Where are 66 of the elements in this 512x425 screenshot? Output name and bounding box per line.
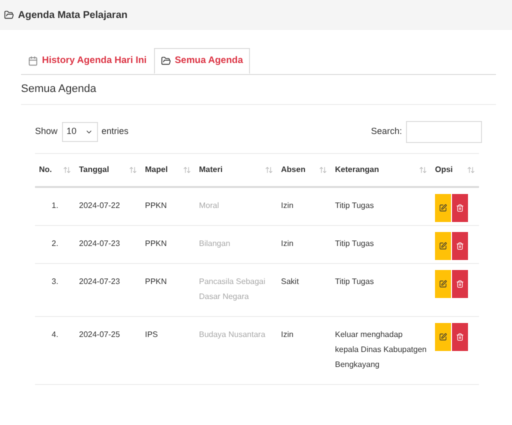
sort-icon xyxy=(183,166,191,174)
table-cell: 1. xyxy=(35,187,75,226)
edit-icon xyxy=(439,242,447,250)
folder-icon xyxy=(4,10,14,20)
sort-icon xyxy=(419,166,427,174)
column-header[interactable]: Tanggal xyxy=(75,153,141,187)
sort-icon xyxy=(467,166,475,174)
table-cell: Titip Tugas xyxy=(331,226,431,264)
column-header[interactable]: Keterangan xyxy=(331,153,431,187)
table-cell: 2024-07-22 xyxy=(75,187,141,226)
table-cell: Keluar menghadap kepala Dinas Kabupatgen Bengkayang xyxy=(331,316,431,384)
edit-icon xyxy=(439,280,447,288)
sort-icon xyxy=(129,166,137,174)
sort-icon xyxy=(63,166,71,174)
table-cell: Titip Tugas xyxy=(331,264,431,316)
table-cell: Budaya Nusantara xyxy=(195,316,277,384)
entries-label: entries xyxy=(102,124,129,138)
edit-button[interactable] xyxy=(435,270,451,298)
edit-icon xyxy=(439,204,447,212)
edit-button[interactable] xyxy=(435,232,451,260)
trash-icon xyxy=(456,333,464,341)
entries-dropdown[interactable]: 10 xyxy=(62,122,98,142)
edit-icon xyxy=(439,333,447,341)
table-cell: 4. xyxy=(35,316,75,384)
tab[interactable]: History Agenda Hari Ini xyxy=(21,48,154,74)
table-cell: Pancasila Sebagai Dasar Negara xyxy=(195,264,277,316)
table-cell: Bilangan xyxy=(195,226,277,264)
trash-icon xyxy=(456,242,464,250)
calendar-icon xyxy=(28,56,38,66)
delete-button[interactable] xyxy=(452,323,468,351)
column-header[interactable]: Absen xyxy=(277,153,331,187)
trash-icon xyxy=(456,280,464,288)
table-cell: 2024-07-23 xyxy=(75,226,141,264)
column-header[interactable]: Mapel xyxy=(141,153,195,187)
table-cell: IPS xyxy=(141,316,195,384)
table-cell: PPKN xyxy=(141,226,195,264)
delete-button[interactable] xyxy=(452,270,468,298)
search-field[interactable] xyxy=(406,120,482,142)
delete-button[interactable] xyxy=(452,194,468,222)
table-cell: 2024-07-23 xyxy=(75,264,141,316)
table-cell: Titip Tugas xyxy=(331,187,431,226)
search-label: Search: xyxy=(370,124,402,138)
table-cell: 3. xyxy=(35,264,75,316)
section-title: Semua Agenda xyxy=(21,75,496,104)
table-cell: Moral xyxy=(195,187,277,226)
sort-icon xyxy=(319,166,327,174)
table-cell: 2. xyxy=(35,226,75,264)
edit-button[interactable] xyxy=(435,194,451,222)
folder-icon xyxy=(160,56,171,66)
table-cell: PPKN xyxy=(141,264,195,316)
table-cell: PPKN xyxy=(141,187,195,226)
delete-button[interactable] xyxy=(452,232,468,260)
table-cell: Izin xyxy=(277,316,331,384)
table-cell: Izin xyxy=(277,226,331,264)
table-cell: Izin xyxy=(277,187,331,226)
table-cell: Sakit xyxy=(277,264,331,316)
table-cell: 2024-07-25 xyxy=(75,316,141,384)
edit-button[interactable] xyxy=(435,323,451,351)
sort-icon xyxy=(265,166,273,174)
page-title: Agenda Mata Pelajaran xyxy=(18,8,128,22)
column-header[interactable]: No. xyxy=(35,153,75,187)
column-header[interactable]: Materi xyxy=(195,153,277,187)
tab[interactable]: Semua Agenda xyxy=(154,48,250,74)
show-label: Show xyxy=(35,124,58,138)
column-header[interactable]: Opsi xyxy=(431,153,479,187)
trash-icon xyxy=(456,204,464,212)
